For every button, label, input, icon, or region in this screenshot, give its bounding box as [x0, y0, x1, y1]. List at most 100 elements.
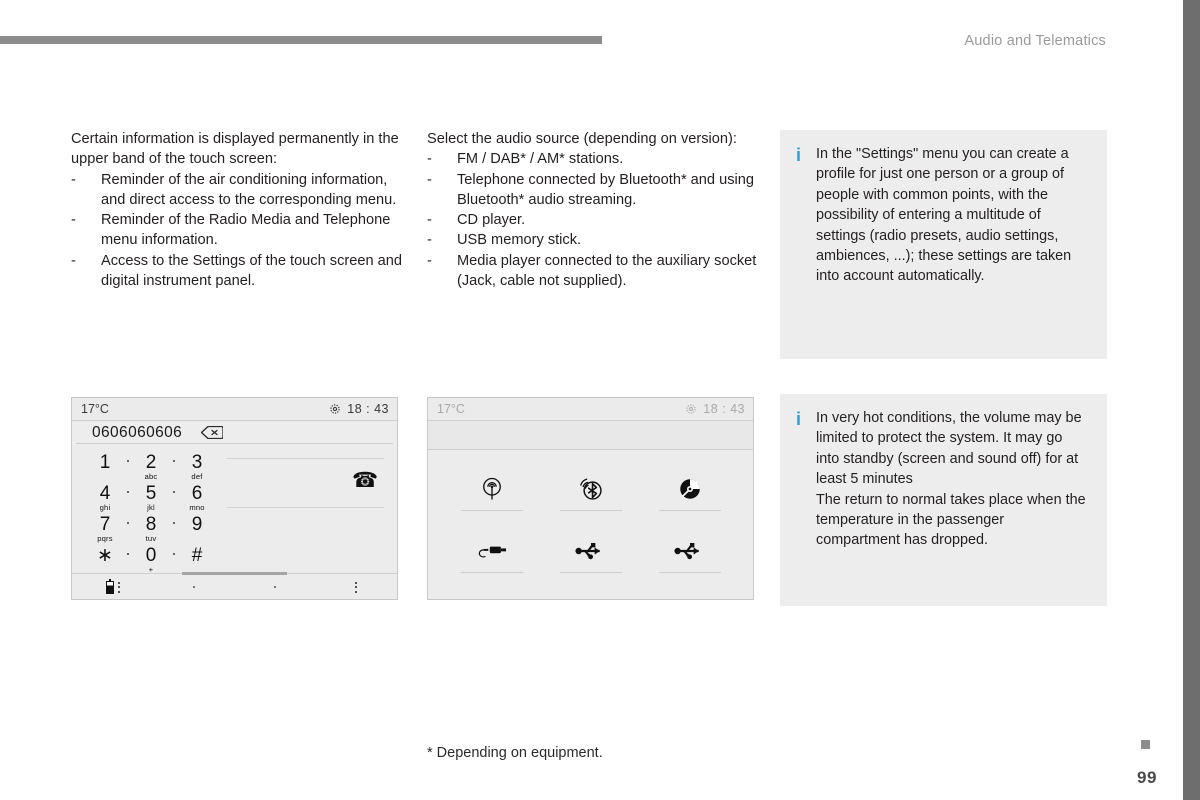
- list-dash: -: [427, 212, 432, 229]
- key-1[interactable]: 1: [82, 450, 128, 481]
- dot-icon: [192, 586, 195, 588]
- column-middle-intro: Select the audio source (depending on ve…: [427, 131, 737, 147]
- bottom-item-3[interactable]: [235, 579, 316, 595]
- call-zone-top-rule: [227, 458, 384, 459]
- list-item: - Reminder of the Radio Media and Teleph…: [71, 210, 411, 251]
- key-7[interactable]: 7 pqrs: [82, 512, 128, 543]
- column-left-list: - Reminder of the air conditioning infor…: [71, 170, 411, 292]
- key-digit: 1: [99, 452, 111, 473]
- bluetooth-streaming-icon: [578, 472, 604, 506]
- page-number: 99: [1137, 768, 1157, 787]
- info-icon: i: [796, 145, 802, 165]
- page-title: Audio and Telematics: [964, 33, 1106, 49]
- list-dash: -: [71, 212, 76, 229]
- scroll-indicator[interactable]: [182, 572, 287, 575]
- key-digit: 3: [191, 452, 203, 473]
- column-middle-list: - FM / DAB* / AM* stations. - Telephone …: [427, 149, 757, 291]
- list-item: - Telephone connected by Bluetooth* and …: [427, 170, 757, 211]
- key-letters: def: [191, 472, 203, 481]
- info-note-paragraph: In the "Settings" menu you can create a …: [816, 146, 1072, 285]
- list-item-text: CD player.: [457, 212, 526, 229]
- column-left-intro: Certain information is displayed permane…: [71, 131, 399, 168]
- info-note-paragraph-1: In very hot conditions, the volume may b…: [816, 410, 1082, 488]
- status-bar: 17°C 18 : 43: [428, 398, 753, 421]
- list-item-text: Reminder of the air conditioning informa…: [101, 171, 397, 208]
- status-temperature: 17°C: [437, 402, 465, 416]
- key-digit: ∗: [97, 545, 113, 566]
- key-digit: 7: [99, 514, 111, 535]
- source-cd-player[interactable]: [640, 460, 739, 523]
- phone-bottom-bar: [72, 572, 397, 599]
- key-star[interactable]: ∗: [82, 543, 128, 574]
- source-bluetooth-streaming[interactable]: [541, 460, 640, 523]
- call-zone-bottom-rule: [227, 507, 384, 508]
- source-underline: [460, 509, 523, 511]
- key-letters: ghi: [99, 503, 111, 512]
- list-item: - FM / DAB* / AM* stations.: [427, 149, 757, 169]
- call-handset-icon: ☎: [351, 469, 378, 492]
- list-dash: -: [427, 151, 432, 168]
- call-button[interactable]: ☎: [227, 458, 384, 508]
- dialled-number: 0606060606: [92, 423, 183, 441]
- key-letters: tuv: [145, 534, 157, 543]
- key-6[interactable]: 6 mno: [174, 481, 220, 512]
- bottom-item-battery[interactable]: [72, 578, 153, 595]
- list-dash: -: [71, 252, 76, 269]
- kebab-menu-icon: [117, 581, 120, 593]
- manual-page: Audio and Telematics Certain information…: [0, 0, 1200, 800]
- radio-antenna-icon: [480, 472, 504, 506]
- list-dash: -: [427, 171, 432, 188]
- list-item-text: FM / DAB* / AM* stations.: [457, 151, 624, 168]
- key-8[interactable]: 8 tuv: [128, 512, 174, 543]
- bottom-item-menu[interactable]: [316, 579, 397, 595]
- source-radio[interactable]: [442, 460, 541, 523]
- source-underline: [460, 572, 523, 574]
- sources-grid[interactable]: [428, 450, 753, 595]
- list-item-text: USB memory stick.: [457, 232, 582, 249]
- backspace-icon[interactable]: [201, 425, 224, 440]
- gear-icon[interactable]: [686, 404, 696, 414]
- list-dash: -: [427, 252, 432, 269]
- info-note-text: In very hot conditions, the volume may b…: [816, 408, 1089, 551]
- sources-info-band: [428, 421, 753, 450]
- bottom-item-2[interactable]: [153, 579, 234, 595]
- status-time: 18 : 43: [703, 402, 745, 416]
- source-usb-2[interactable]: [640, 523, 739, 586]
- list-item-text: Access to the Settings of the touch scre…: [101, 252, 402, 290]
- key-9[interactable]: 9: [174, 512, 220, 543]
- key-digit: 6: [191, 483, 203, 504]
- touchscreen-phone-keypad[interactable]: 17°C 18 : 43 0606060606 1 2 abc 3 def 4 …: [71, 397, 398, 600]
- status-bar: 17°C 18 : 43: [72, 398, 397, 421]
- key-digit: 2: [145, 452, 157, 473]
- column-left: Certain information is displayed permane…: [71, 129, 411, 291]
- aux-jack-icon: [475, 534, 509, 568]
- key-3[interactable]: 3 def: [174, 450, 220, 481]
- dial-keypad[interactable]: 1 2 abc 3 def 4 ghi 5 jkl 6 mno 7 pqrs 8…: [82, 450, 220, 574]
- touchscreen-audio-sources[interactable]: 17°C 18 : 43: [427, 397, 754, 600]
- usb-icon: [673, 534, 706, 568]
- source-usb-1[interactable]: [541, 523, 640, 586]
- info-note-text: In the "Settings" menu you can create a …: [816, 144, 1089, 287]
- header-rule: [0, 36, 602, 44]
- page-marker: [1141, 740, 1150, 749]
- gear-icon[interactable]: [330, 404, 340, 414]
- list-item-text: Telephone connected by Bluetooth* and us…: [457, 171, 754, 208]
- source-underline: [658, 572, 721, 574]
- key-digit: 5: [145, 483, 157, 504]
- list-item: - USB memory stick.: [427, 230, 757, 250]
- source-aux-jack[interactable]: [442, 523, 541, 586]
- key-2[interactable]: 2 abc: [128, 450, 174, 481]
- key-4[interactable]: 4 ghi: [82, 481, 128, 512]
- key-hash[interactable]: #: [174, 543, 220, 574]
- info-note-settings: i In the "Settings" menu you can create …: [780, 130, 1107, 359]
- page-edge-bar: [1183, 0, 1200, 800]
- key-digit: 4: [99, 483, 111, 504]
- key-5[interactable]: 5 jkl: [128, 481, 174, 512]
- source-underline: [559, 572, 622, 574]
- key-letters: jkl: [147, 503, 155, 512]
- key-0[interactable]: 0 +: [128, 543, 174, 574]
- cd-disc-icon: [678, 472, 702, 506]
- phone-number-input-row[interactable]: 0606060606: [72, 421, 397, 444]
- info-note-hot-conditions: i In very hot conditions, the volume may…: [780, 394, 1107, 606]
- key-digit: 9: [191, 514, 203, 535]
